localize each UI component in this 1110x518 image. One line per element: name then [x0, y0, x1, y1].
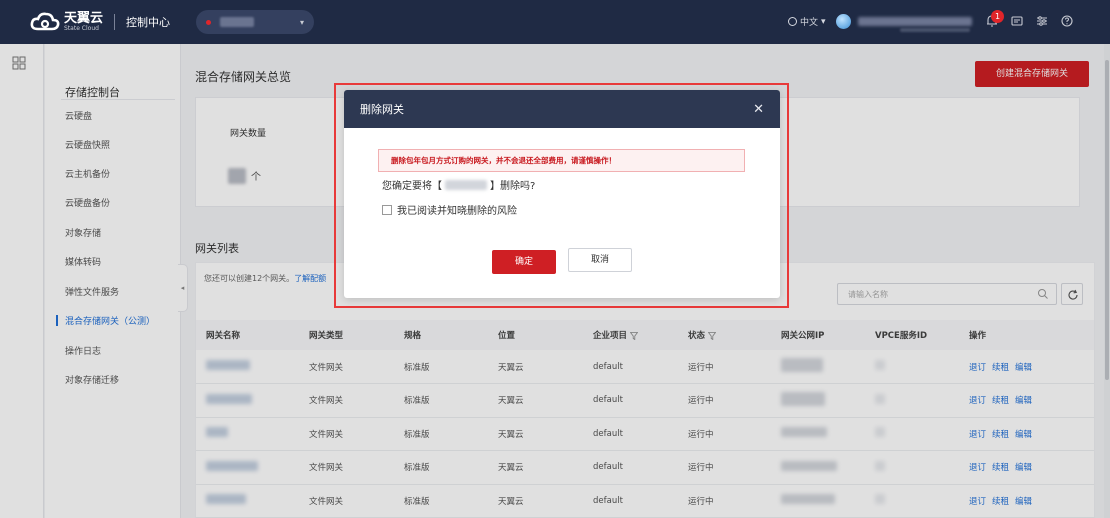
brand-sub: State Cloud: [64, 25, 99, 32]
confirm-text: 您确定要将【 】删除吗?: [382, 177, 535, 192]
dialog-title: 删除网关: [360, 103, 404, 116]
region-select[interactable]: ▾: [196, 10, 315, 34]
divider: [114, 14, 116, 30]
confirm-button[interactable]: 确定: [492, 250, 556, 274]
language-label: 中文: [800, 18, 819, 28]
notification-badge: 1: [991, 10, 1004, 23]
language-switch[interactable]: 中文 ▾: [788, 15, 826, 28]
cancel-button[interactable]: 取消: [568, 248, 632, 272]
cloud-logo-icon: [30, 11, 60, 33]
region-name-redacted: [220, 17, 255, 27]
chevron-down-icon: ▾: [821, 16, 826, 27]
confirm-prefix: 您确定要将【: [382, 181, 442, 192]
notification-bell-icon[interactable]: 1: [985, 10, 1004, 28]
settings-sliders-icon[interactable]: [1035, 14, 1049, 28]
risk-acknowledge-row[interactable]: 我已阅读并知晓删除的风险: [382, 202, 517, 217]
account-id-redacted: [900, 28, 970, 32]
console-link[interactable]: 控制中心: [126, 14, 170, 30]
top-navigation-bar: 天翼云 State Cloud 控制中心 ▾ 中文 ▾ 1: [0, 0, 1110, 44]
delete-gateway-dialog: 删除网关 ✕ 删除包年包月方式订购的网关，并不会退还全部费用，请谨慎操作！ 您确…: [344, 90, 780, 298]
warning-message: 删除包年包月方式订购的网关，并不会退还全部费用，请谨慎操作！: [378, 149, 745, 172]
gateway-name-redacted: [445, 179, 487, 190]
confirm-suffix: 】删除吗?: [490, 181, 536, 192]
message-icon[interactable]: [1010, 14, 1024, 28]
risk-acknowledge-checkbox[interactable]: [382, 204, 392, 215]
chevron-down-icon: ▾: [300, 17, 305, 27]
avatar[interactable]: [836, 14, 851, 29]
risk-acknowledge-label[interactable]: 我已阅读并知晓删除的风险: [397, 202, 517, 217]
help-icon[interactable]: [1060, 14, 1074, 28]
account-name-redacted[interactable]: [858, 17, 972, 26]
brand-name: 天翼云: [64, 11, 104, 26]
dialog-header: 删除网关 ✕: [344, 90, 780, 128]
close-icon[interactable]: ✕: [753, 102, 764, 117]
globe-icon: [788, 17, 797, 26]
brand-logo[interactable]: 天翼云 State Cloud: [30, 11, 103, 33]
region-status-dot: [206, 19, 212, 25]
